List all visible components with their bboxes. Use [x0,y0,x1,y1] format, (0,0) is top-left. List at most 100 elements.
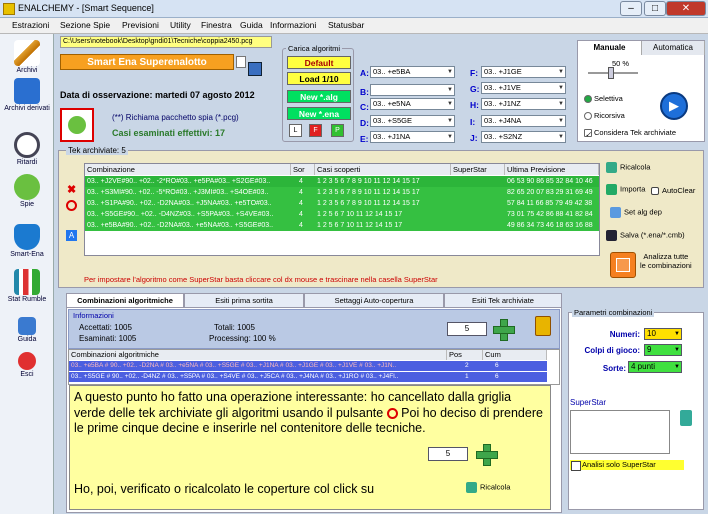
default-button[interactable]: Default [287,56,351,69]
salva-button[interactable]: Salva (*.ena/*.cmb) [606,230,685,241]
tab-settaggi[interactable]: Settaggi Auto-copertura [304,293,444,307]
l-button[interactable]: L [289,124,302,137]
maximize-button[interactable]: □ [644,1,666,16]
close-button[interactable]: ✕ [666,1,706,16]
tek-grid: Combinazione Sor Casi scoperti SuperStar… [84,163,600,256]
tab-automatica[interactable]: Automatica [642,41,705,55]
clock-icon [14,132,40,158]
tab-esiti-tek[interactable]: Esiti Tek archiviate [444,293,562,307]
sidebar-item-stat-rumble[interactable]: Stat Rumble [2,269,52,303]
table-row[interactable]: 03.. +S5GE # 90.. +02.. -D4NZ # 03.. +S5… [69,372,547,382]
alg-label-b: B: [360,87,369,97]
title-bar: ENALCHEMY - [Smart Sequence] – □ ✕ [0,0,708,18]
colpi-select[interactable]: 9 [644,344,682,356]
bin-icon[interactable] [535,316,551,336]
alg-select-e[interactable]: 03.. +J1NA [370,131,455,143]
autoclear-checkbox[interactable]: AutoClear [651,186,695,196]
mode-tab-box: Manuale Automatica 50 % Selettiva Ricors… [577,40,705,142]
richiama-label: (**) Richiama pacchetto spia (*.pcg) [112,113,239,122]
menu-finestra[interactable]: Finestra [201,20,232,30]
option-selettiva[interactable]: Selettiva [584,94,623,104]
ricalcola-button[interactable]: Ricalcola [606,162,650,173]
alg-select-h[interactable]: 03.. +J1NZ [481,98,566,110]
menu-sezione-spie[interactable]: Sezione Spie [60,20,110,30]
cancel-icon[interactable] [66,200,77,211]
game-dropdown[interactable] [236,56,246,68]
printer-icon[interactable] [248,62,262,76]
superstar-box[interactable] [570,410,670,454]
menu-informazioni[interactable]: Informazioni [270,20,316,30]
alg-select-f[interactable]: 03.. +J1GE [481,66,566,78]
alg-select-b[interactable] [370,84,455,96]
tab-combinazioni[interactable]: Combinazioni algoritmiche [66,293,184,307]
analizza-button[interactable] [610,252,636,278]
menu-statusbar[interactable]: Statusbar [328,20,364,30]
tab-manuale[interactable]: Manuale [578,41,642,55]
sidebar-item-ritardi[interactable]: Ritardi [2,132,52,166]
minimize-button[interactable]: – [620,1,642,16]
calculator-icon [616,258,630,272]
table-row[interactable]: 03.. +S1PA#90.. +02.. -D2NA#03.. +J5NA#0… [85,198,599,209]
table-row[interactable]: 03.. +S5GE#90.. +02.. -D4NZ#03.. +S5PA#0… [85,209,599,220]
observation-date: Data di osservazione: martedi 07 agosto … [60,90,255,100]
menu-estrazioni[interactable]: Estrazioni [12,20,49,30]
percent-slider[interactable] [588,67,638,79]
table-row[interactable]: 03.. +J2VE#90.. +02.. -2*RO#03.. +e5PA#0… [85,176,599,187]
explanation-callout: A questo punto ho fatto una operazione i… [69,385,551,510]
totali: Totali: 1005 [214,323,255,332]
sidebar-item-smart-ena[interactable]: Smart-Ena [2,224,52,258]
recalc-icon [606,162,617,173]
sorte-select[interactable]: 4 punti [628,361,682,373]
colpi-label: Colpi di gioco: [584,346,640,355]
tab-esiti-prima[interactable]: Esiti prima sortita [184,293,304,307]
table-row[interactable]: 03.. +e5BA # 90.. +02.. -D2NA # 03.. +e5… [69,361,547,371]
importa-button[interactable]: Importa [606,184,645,195]
spy-glass-icon [14,174,40,200]
count-input[interactable]: 5 [447,322,487,336]
sidebar-item-spie[interactable]: Spie [2,174,52,208]
play-button[interactable]: ▶ [660,92,688,120]
alg-select-a[interactable]: 03.. +e5BA [370,66,455,78]
col-sor: Sor [291,164,315,175]
table-row[interactable]: 03.. +S3MI#90.. +02.. -5*RO#03.. +J3MI#0… [85,187,599,198]
recalc-icon [466,482,477,493]
alg-select-d[interactable]: 03.. +S5GE [370,115,455,127]
numeri-select[interactable]: 10 [644,328,682,340]
spy-glass-icon [68,116,86,134]
analisi-solo-superstar-checkbox[interactable]: Analisi solo SuperStar [570,460,684,471]
window-title: ENALCHEMY - [Smart Sequence] [18,3,154,13]
considera-checkbox[interactable]: ✓ Considera Tek archiviate [584,128,676,139]
a-button[interactable]: A [66,230,77,241]
callout-text-2: Ho, poi, verificato o ricalcolato le cop… [74,482,375,496]
alg-select-c[interactable]: 03.. +e5NA [370,98,455,110]
option-ricorsiva[interactable]: Ricorsiva [584,111,625,121]
alg-select-i[interactable]: 03.. +J4NA [481,115,566,127]
sidebar-item-archivi[interactable]: Archivi [2,40,52,74]
set-alg-dep-button[interactable]: Set alg dep [610,207,662,218]
alg-select-g[interactable]: 03.. +J1VE [481,82,566,94]
alg-select-j[interactable]: 03.. +S2NZ [481,131,566,143]
sidebar-item-guida[interactable]: Guida [2,317,52,343]
trash-icon[interactable] [680,410,692,426]
import-icon [606,184,617,195]
menu-previsioni[interactable]: Previsioni [122,20,159,30]
menu-bar: Estrazioni Sezione Spie Previsioni Utili… [0,18,708,34]
table-row[interactable]: 03.. +e5BA#90.. +02.. -D2NA#03.. +e5NA#0… [85,220,599,231]
col-combinazione: Combinazione [85,164,291,175]
alg-label-j: J: [470,133,478,143]
add-icon[interactable] [493,319,515,341]
sidebar-item-esci[interactable]: Esci [2,352,52,378]
f-button[interactable]: F [309,124,322,137]
delete-icon[interactable]: ✖ [67,183,76,196]
slider-handle[interactable] [608,67,614,79]
spy-package-button[interactable] [60,108,94,142]
p-button[interactable]: P [331,124,344,137]
new-ena-button[interactable]: New *.ena [287,107,351,120]
new-alg-button[interactable]: New *.alg [287,90,351,103]
superstar-tip: Per impostare l'algoritmo come SuperStar… [84,275,438,284]
alg-label-c: C: [360,102,369,112]
load-button[interactable]: Load 1/10 [287,72,351,85]
menu-utility[interactable]: Utility [170,20,191,30]
sidebar-item-archivi-derivati[interactable]: Archivi derivati [2,78,52,112]
menu-guida[interactable]: Guida [240,20,263,30]
